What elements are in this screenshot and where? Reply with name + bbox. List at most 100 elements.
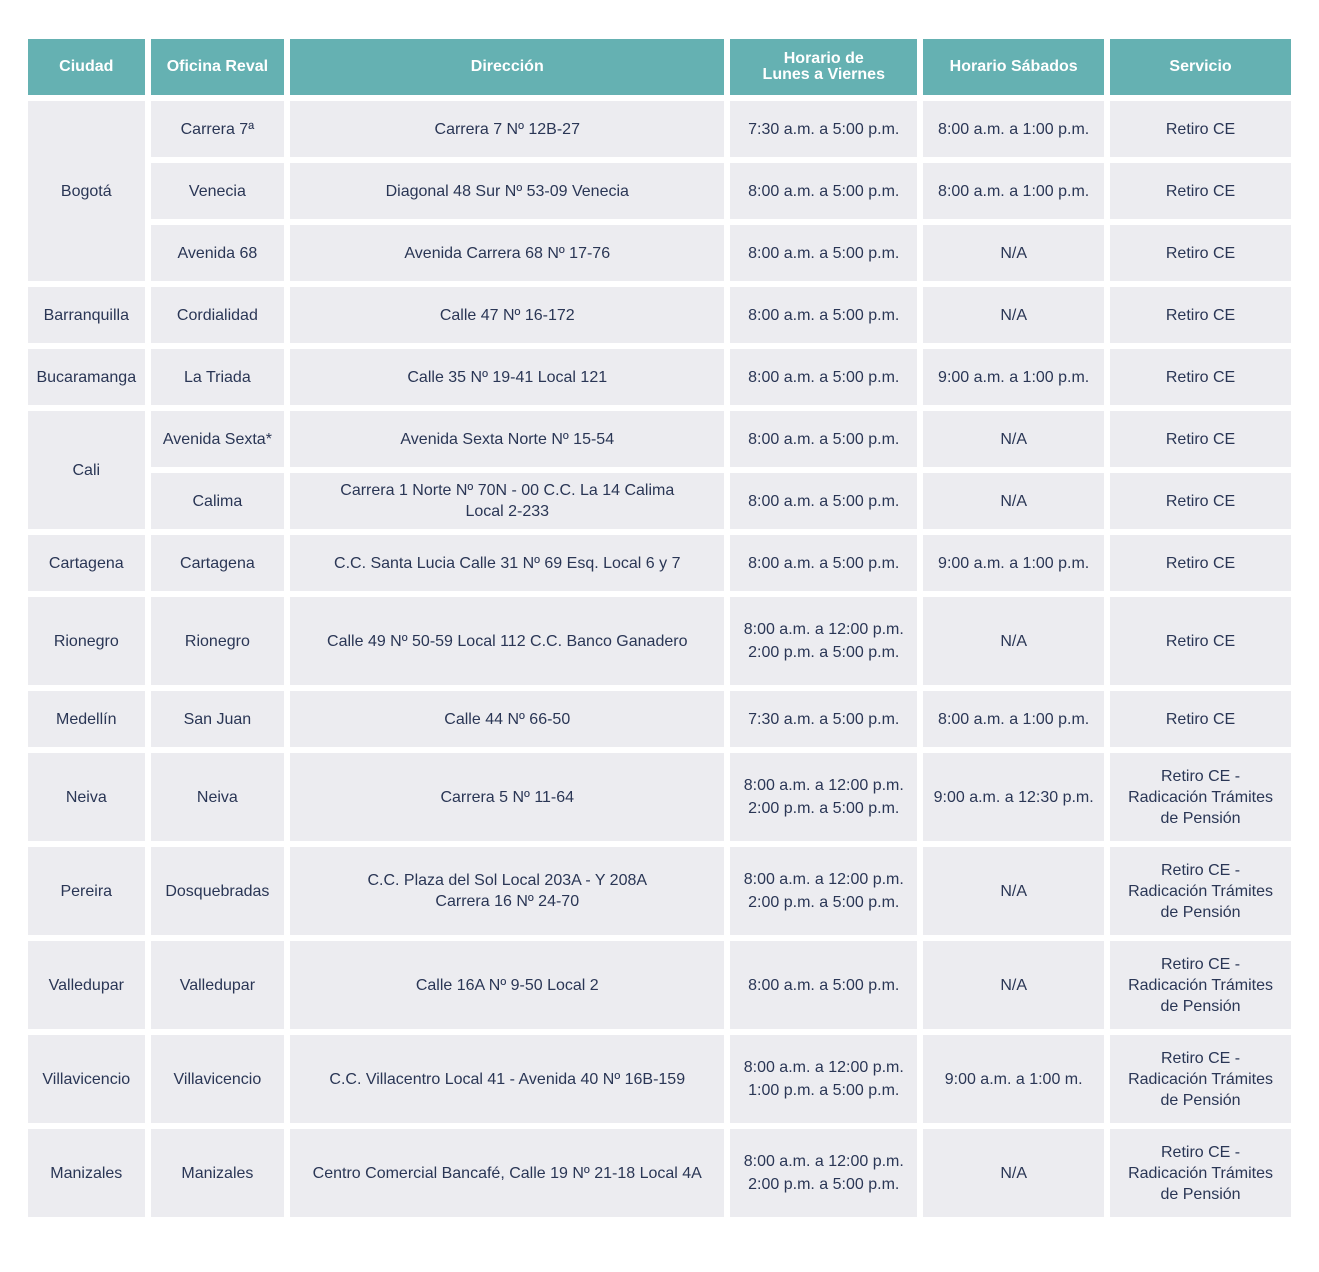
cell-horario-sabados: 8:00 a.m. a 1:00 p.m. bbox=[923, 101, 1105, 157]
cell-horario-sabados: N/A bbox=[923, 941, 1105, 1029]
cell-direccion: Calle 49 Nº 50-59 Local 112 C.C. Banco G… bbox=[290, 597, 725, 685]
cell-direccion: Calle 16A Nº 9-50 Local 2 bbox=[290, 941, 725, 1029]
cell-line: Calle 44 Nº 66-50 bbox=[444, 710, 571, 728]
cell-line: 8:00 a.m. a 5:00 p.m. bbox=[748, 554, 900, 572]
cell-line: 8:00 a.m. a 5:00 p.m. bbox=[748, 244, 900, 262]
cell-line: 8:00 a.m. a 12:00 p.m. bbox=[743, 1059, 904, 1076]
cell-line: de Pensión bbox=[1160, 997, 1241, 1015]
table-row: Avenida 68 Avenida Carrera 68 Nº 17-76 8:0… bbox=[28, 225, 1291, 281]
table-row: Bogotá Carrera 7ª Carrera 7 Nº 12B-27 7:30 … bbox=[28, 101, 1291, 281]
cell-line: 8:00 a.m. a 5:00 p.m. bbox=[748, 368, 900, 386]
cell-direccion: C.C. Santa Lucia Calle 31 Nº 69 Esq. Loc… bbox=[290, 535, 725, 591]
cell-line: 2:00 p.m. a 5:00 p.m. bbox=[748, 1176, 900, 1193]
cell-line: de Pensión bbox=[1160, 809, 1241, 827]
cell-oficina: San Juan bbox=[150, 691, 285, 747]
table-body: Bogotá Carrera 7ª Carrera 7 Nº 12B-27 7:30 … bbox=[28, 101, 1291, 1217]
table-row: Calima Carrera 1 Norte Nº 70N - 00 C.C. L… bbox=[28, 473, 1291, 529]
cell-line: Retiro CE bbox=[1165, 492, 1236, 510]
cell-horario-lunes-viernes: 8:00 a.m. a 12:00 p.m. 1:00 p.m. a 5:00 p… bbox=[730, 1035, 918, 1123]
cell-direccion: C.C. Plaza del Sol Local 203A - Y 208A Ca… bbox=[290, 847, 725, 935]
cell-line: Retiro CE bbox=[1165, 120, 1236, 138]
table-row: Bucaramanga La Triada Calle 35 Nº 19-41 Lo… bbox=[28, 349, 1291, 405]
table-row: Medellín San Juan Calle 44 Nº 66-50 7:30 a.… bbox=[28, 691, 1291, 747]
cell-servicio: Retiro CE bbox=[1110, 287, 1291, 343]
table-header: Ciudad Oficina Reval Dirección Horario d… bbox=[28, 39, 1291, 95]
cell-servicio: Retiro CE bbox=[1110, 101, 1291, 157]
cell-horario-sabados: 9:00 a.m. a 1:00 p.m. bbox=[923, 349, 1105, 405]
offices-table-wrapper: Ciudad Oficina Reval Dirección Horario d… bbox=[28, 39, 1291, 1217]
cell-horario-lunes-viernes: 7:30 a.m. a 5:00 p.m. bbox=[730, 101, 918, 157]
cell-line: Radicación Trámites bbox=[1128, 788, 1274, 806]
table-row: Villavicencio Villavicencio C.C. Villacent… bbox=[28, 1035, 1291, 1123]
cell-line: Local 2-233 bbox=[465, 503, 550, 520]
cell-ciudad: Barranquilla bbox=[28, 287, 145, 343]
cell-line: 8:00 a.m. a 5:00 p.m. bbox=[748, 306, 900, 324]
cell-horario-lunes-viernes: 8:00 a.m. a 5:00 p.m. bbox=[730, 535, 918, 591]
cell-servicio: Retiro CE bbox=[1110, 691, 1291, 747]
cell-servicio: Retiro CE - Radicación Trámites de Pensión bbox=[1110, 941, 1291, 1029]
cell-line: de Pensión bbox=[1160, 1091, 1241, 1109]
cell-horario-lunes-viernes: 8:00 a.m. a 12:00 p.m. 2:00 p.m. a 5:00 p… bbox=[730, 847, 918, 935]
offices-table: Ciudad Oficina Reval Dirección Horario d… bbox=[22, 33, 1297, 1223]
cell-line: Retiro CE - bbox=[1160, 1049, 1241, 1067]
cell-horario-sabados: N/A bbox=[923, 287, 1105, 343]
cell-line: Radicación Trámites bbox=[1128, 1070, 1274, 1088]
cell-servicio: Retiro CE bbox=[1110, 349, 1291, 405]
cell-direccion: Calle 35 Nº 19-41 Local 121 bbox=[290, 349, 725, 405]
cell-servicio: Retiro CE bbox=[1110, 225, 1291, 281]
cell-horario-lunes-viernes: 8:00 a.m. a 5:00 p.m. bbox=[730, 287, 918, 343]
cell-horario-sabados: N/A bbox=[923, 597, 1105, 685]
cell-horario-lunes-viernes: 8:00 a.m. a 5:00 p.m. bbox=[730, 941, 918, 1029]
cell-line: C.C. Plaza del Sol Local 203A - Y 208A bbox=[367, 872, 648, 889]
cell-ciudad: Medellín bbox=[28, 691, 145, 747]
cell-horario-lunes-viernes: 8:00 a.m. a 5:00 p.m. bbox=[730, 411, 918, 467]
cell-servicio: Retiro CE - Radicación Trámites de Pensión bbox=[1110, 753, 1291, 841]
cell-horario-lunes-viernes: 8:00 a.m. a 5:00 p.m. bbox=[730, 349, 918, 405]
cell-oficina: Avenida Sexta* bbox=[150, 411, 285, 467]
cell-servicio: Retiro CE bbox=[1110, 163, 1291, 219]
cell-servicio: Retiro CE bbox=[1110, 597, 1291, 685]
cell-ciudad: Cali bbox=[28, 411, 145, 529]
header-direccion: Dirección bbox=[290, 39, 725, 95]
cell-line: de Pensión bbox=[1160, 903, 1241, 921]
header-oficina: Oficina Reval bbox=[150, 39, 285, 95]
cell-ciudad: Bogotá bbox=[28, 101, 145, 281]
cell-line: Retiro CE bbox=[1165, 554, 1236, 572]
cell-line: 1:00 p.m. a 5:00 p.m. bbox=[748, 1082, 900, 1099]
cell-line: 7:30 a.m. a 5:00 p.m. bbox=[748, 120, 900, 138]
cell-oficina: Valledupar bbox=[150, 941, 285, 1029]
cell-horario-lunes-viernes: 8:00 a.m. a 12:00 p.m. 2:00 p.m. a 5:00 p… bbox=[730, 753, 918, 841]
cell-line: Retiro CE bbox=[1165, 710, 1236, 728]
header-ciudad: Ciudad bbox=[28, 39, 145, 95]
cell-ciudad: Pereira bbox=[28, 847, 145, 935]
cell-line: Retiro CE bbox=[1165, 430, 1236, 448]
cell-horario-sabados: 9:00 a.m. a 1:00 m. bbox=[923, 1035, 1105, 1123]
cell-ciudad: Bucaramanga bbox=[28, 349, 145, 405]
cell-direccion: Carrera 7 Nº 12B-27 bbox=[290, 101, 725, 157]
cell-line: Calle 47 Nº 16-172 bbox=[439, 306, 575, 324]
cell-line: Calle 49 Nº 50-59 Local 112 C.C. Banco G… bbox=[327, 632, 688, 650]
cell-horario-lunes-viernes: 8:00 a.m. a 5:00 p.m. bbox=[730, 163, 918, 219]
cell-line: Retiro CE bbox=[1165, 368, 1236, 386]
table-row: Cali Avenida Sexta* Avenida Sexta Norte Nº… bbox=[28, 411, 1291, 529]
cell-oficina: Calima bbox=[150, 473, 285, 529]
cell-line: C.C. Santa Lucia Calle 31 Nº 69 Esq. Loc… bbox=[334, 554, 681, 572]
cell-oficina: Avenida 68 bbox=[150, 225, 285, 281]
cell-line: Retiro CE bbox=[1165, 182, 1236, 200]
cell-line: 8:00 a.m. a 5:00 p.m. bbox=[748, 430, 900, 448]
cell-line: 8:00 a.m. a 12:00 p.m. bbox=[743, 777, 904, 794]
cell-ciudad: Neiva bbox=[28, 753, 145, 841]
cell-line: Retiro CE - bbox=[1160, 861, 1241, 879]
cell-ciudad: Manizales bbox=[28, 1129, 145, 1217]
cell-line: Retiro CE - bbox=[1160, 955, 1241, 973]
cell-line: Radicación Trámites bbox=[1128, 976, 1274, 994]
header-horario-lv-line1: Horario de bbox=[783, 50, 864, 67]
cell-horario-sabados: N/A bbox=[923, 847, 1105, 935]
cell-direccion: Diagonal 48 Sur Nº 53-09 Venecia bbox=[290, 163, 725, 219]
cell-line: 8:00 a.m. a 5:00 p.m. bbox=[748, 492, 900, 510]
cell-horario-sabados: 8:00 a.m. a 1:00 p.m. bbox=[923, 691, 1105, 747]
cell-line: C.C. Villacentro Local 41 - Avenida 40 N… bbox=[329, 1070, 686, 1088]
cell-line: Carrera 5 Nº 11-64 bbox=[440, 788, 575, 806]
cell-horario-lunes-viernes: 8:00 a.m. a 5:00 p.m. bbox=[730, 473, 918, 529]
cell-oficina: Neiva bbox=[150, 753, 285, 841]
